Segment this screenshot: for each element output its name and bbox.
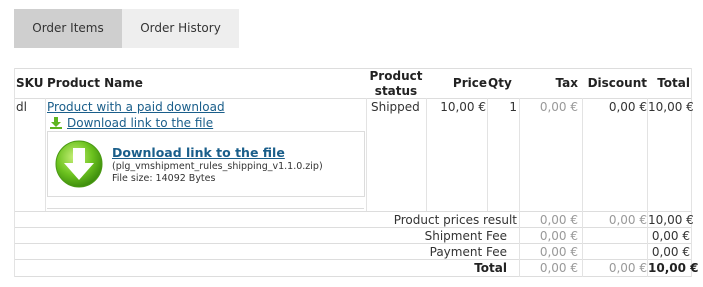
item-price: 10,00 € [440,100,486,114]
header-total: Total [657,76,690,90]
summary-discount-total: 0,00 € [608,261,647,275]
header-discount: Discount [587,76,647,90]
summary-total-total: 10,00 € [648,261,699,275]
download-link[interactable]: Download link to the file [67,116,213,130]
summary-label-shipment-fee: Shipment Fee [424,229,507,243]
download-box: Download link to the file (plg_vmshipmen… [47,131,365,197]
summary-label-product-prices: Product prices result [393,213,517,227]
header-product-status-line2: status [374,84,418,98]
summary-total-shipment-fee: 0,00 € [651,229,690,243]
summary-total-product-prices: 10,00 € [648,213,694,227]
order-items-table: SKU Product Name Product status Price Qt… [14,68,699,277]
tab-bar: Order Items Order History [14,9,239,48]
item-total: 10,00 € [648,100,694,114]
header-qty: Qty [488,76,512,90]
item-tax: 0,00 € [539,100,578,114]
item-qty: 1 [509,100,517,114]
header-tax: Tax [555,76,578,90]
summary-tax-total: 0,00 € [539,261,578,275]
summary-tax-product-prices: 0,00 € [539,213,578,227]
header-product-status-line1: Product [369,69,423,83]
download-icon[interactable] [54,139,104,189]
header-price: Price [452,76,487,90]
item-status: Shipped [371,100,420,114]
tab-order-history[interactable]: Order History [122,9,239,48]
download-arrow-icon [50,117,62,129]
header-product-name: Product Name [47,76,143,90]
product-link[interactable]: Product with a paid download [47,100,225,114]
tab-order-items[interactable]: Order Items [14,9,122,48]
download-file-name: (plg_vmshipment_rules_shipping_v1.1.0.zi… [112,161,323,172]
summary-total-payment-fee: 0,00 € [651,245,690,259]
summary-discount-product-prices: 0,00 € [608,213,647,227]
summary-tax-payment-fee: 0,00 € [539,245,578,259]
header-sku: SKU [16,76,44,90]
download-box-title[interactable]: Download link to the file [112,145,285,160]
summary-label-payment-fee: Payment Fee [429,245,507,259]
summary-tax-shipment-fee: 0,00 € [539,229,578,243]
item-discount: 0,00 € [608,100,647,114]
item-sku: dl [16,100,27,114]
summary-label-total: Total [474,261,507,275]
download-file-size: File size: 14092 Bytes [112,173,216,184]
